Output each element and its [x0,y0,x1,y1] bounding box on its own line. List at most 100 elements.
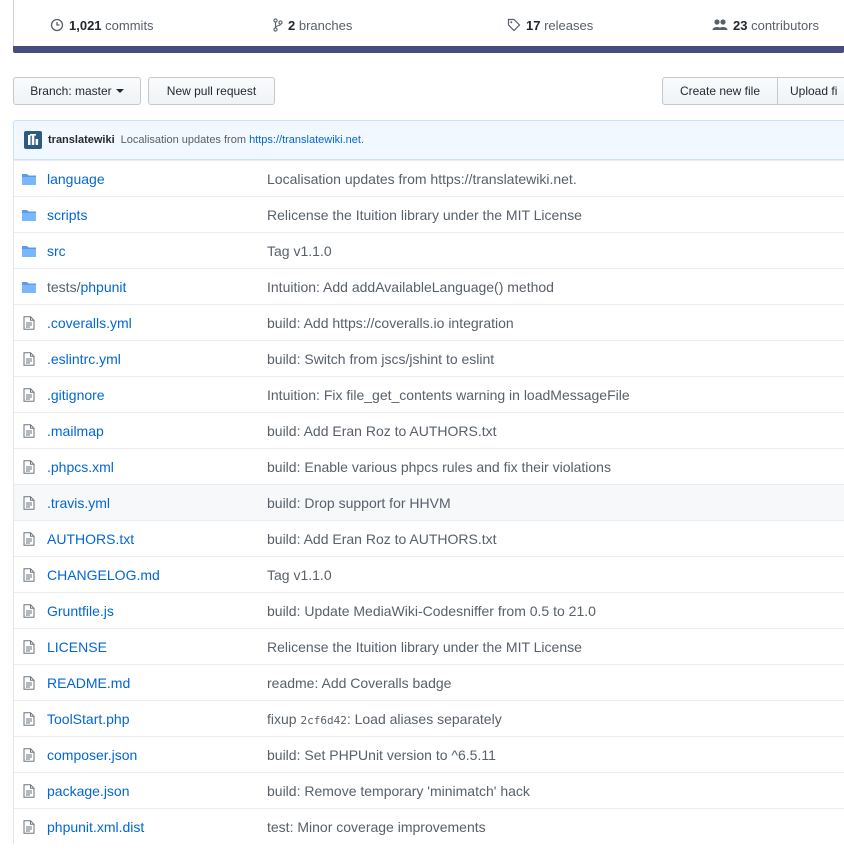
file-name: CHANGELOG.md [47,567,160,583]
file-name-link[interactable]: CHANGELOG.md [47,567,160,583]
file-icon [21,532,37,546]
commit-message-link[interactable]: Relicense the Ituition library under the… [267,207,582,223]
commit-message-text: build: Add Eran Roz to AUTHORS.txt [267,531,497,547]
commit-message-link[interactable]: Intuition: Fix file_get_contents warning… [267,387,630,403]
commit-message-link[interactable]: https://translatewiki.net [249,134,361,146]
file-icon [21,604,37,618]
commit-message-text: build: Remove temporary 'minimatch' hack [267,783,530,799]
folder-icon [21,280,37,294]
commit-message-text[interactable]: Localisation updates from [121,134,246,146]
file-row: AUTHORS.txt build: Add Eran Roz to AUTHOR… [14,520,844,556]
file-row: .mailmap build: Add Eran Roz to AUTHORS.t… [14,412,844,448]
file-name-link[interactable]: .gitignore [47,387,105,403]
file-row: package.json build: Remove temporary 'min… [14,772,844,808]
upload-files-button[interactable]: Upload fi [777,77,844,105]
file-icon [21,784,37,798]
file-name-link[interactable]: AUTHORS.txt [47,531,134,547]
file-name: composer.json [47,747,138,763]
file-icon [21,352,37,366]
contributors-link[interactable]: 23 contributors [712,15,819,35]
commit-message-link[interactable]: build: Set PHPUnit version to ^6.5.11 [267,747,496,763]
commit-message-link[interactable]: Localisation updates from https://transl… [267,171,577,187]
commit-message-link[interactable]: readme: Add Coveralls badge [267,675,451,691]
file-name-link[interactable]: .phpcs.xml [47,459,114,475]
commit-message-link[interactable]: build: Enable various phpcs rules and fi… [267,459,611,475]
file-name: .coveralls.yml [47,315,132,331]
releases-label: releases [544,17,594,33]
commits-link[interactable]: 1,021 commits [50,15,154,35]
folder-icon [21,244,37,258]
folder-icon [21,208,37,222]
commit-message-text: Localisation updates from https://transl… [267,171,577,187]
file-name: README.md [47,675,131,691]
releases-link[interactable]: 17 releases [507,15,593,35]
file-row: .gitignore Intuition: Fix file_get_conten… [14,376,844,412]
commit-message-text: Tag v1.1.0 [267,567,332,583]
create-new-file-button[interactable]: Create new file [662,77,778,105]
git-branch-icon [273,18,283,32]
commit-message-link[interactable]: build: Add Eran Roz to AUTHORS.txt [267,423,497,439]
file-row: Gruntfile.js build: Update MediaWiki-Code… [14,592,844,628]
commit-author[interactable]: translatewiki [48,134,115,146]
avatar[interactable] [24,131,42,149]
file-row: README.md readme: Add Coveralls badge [14,664,844,700]
commit-sha[interactable]: 2cf6d42 [300,714,346,727]
file-row: .phpcs.xml build: Enable various phpcs ru… [14,448,844,484]
file-row: .coveralls.yml build: Add https://coveral… [14,304,844,340]
commit-message-text: Intuition: Add addAvailableLanguage() me… [267,279,554,295]
commit-message-link[interactable]: test: Minor coverage improvements [267,819,486,835]
branches-link[interactable]: 2 branches [273,15,352,35]
commit-message-text: Tag v1.1.0 [267,243,332,259]
file-name-link[interactable]: LICENSE [47,639,107,655]
file-name-link[interactable]: .mailmap [47,423,104,439]
commit-message-link[interactable]: build: Update MediaWiki-Codesniffer from… [267,603,596,619]
commit-message-link[interactable]: build: Add https://coveralls.io integrat… [267,315,514,331]
file-name-link[interactable]: src [47,243,66,259]
directory-row: src Tag v1.1.0 [14,232,844,268]
file-row: .travis.yml build: Drop support for HHVM [14,484,844,520]
commit-message-link[interactable]: build: Switch from jscs/jshint to eslint [267,351,494,367]
branches-label: branches [298,17,353,33]
file-row: .eslintrc.yml build: Switch from jscs/jsh… [14,340,844,376]
file-icon [21,676,37,690]
commit-message-text: build: Drop support for HHVM [267,495,451,511]
file-name-link[interactable]: .coveralls.yml [47,315,132,331]
repo-stats-bar: 1,021 commits 2 branches 17 releases 23 … [0,0,844,53]
file-name-link[interactable]: .eslintrc.yml [47,351,121,367]
file-icon [21,640,37,654]
file-name: phpunit.xml.dist [47,819,145,835]
commit-message-link[interactable]: Relicense the Ituition library under the… [267,639,582,655]
directory-row: scripts Relicense the Ituition library un… [14,196,844,232]
file-name-link[interactable]: language [47,171,105,187]
file-name-link[interactable]: Gruntfile.js [47,603,114,619]
file-name-link[interactable]: phpunit.xml.dist [47,819,144,835]
file-row: phpunit.xml.dist test: Minor coverage imp… [14,808,844,844]
file-name-link[interactable]: README.md [47,675,130,691]
file-icon [21,388,37,402]
commit-message-link[interactable]: build: Drop support for HHVM [267,495,451,511]
branch-select-button[interactable]: Branch: master [13,77,141,105]
file-name: .phpcs.xml [47,459,114,475]
file-name-link[interactable]: scripts [47,207,87,223]
file-name-link[interactable]: package.json [47,783,130,799]
file-row: ToolStart.php fixup 2cf6d42: Load aliases… [14,700,844,736]
commit-message-link[interactable]: build: Add Eran Roz to AUTHORS.txt [267,531,497,547]
file-row: LICENSE Relicense the Ituition library un… [14,628,844,664]
commit-message-link[interactable]: build: Remove temporary 'minimatch' hack [267,783,530,799]
commit-message-text: readme: Add Coveralls badge [267,675,452,691]
file-name: .mailmap [47,423,104,439]
file-name-link[interactable]: ToolStart.php [47,711,130,727]
commit-message-link[interactable]: Intuition: Add addAvailableLanguage() me… [267,279,554,295]
file-name-link[interactable]: tests/phpunit [47,279,126,295]
new-pull-request-button[interactable]: New pull request [148,77,275,105]
file-name-link[interactable]: composer.json [47,747,137,763]
commit-message-link[interactable]: Tag v1.1.0 [267,567,332,583]
path-prefix: tests/ [47,279,81,295]
file-name: .eslintrc.yml [47,351,121,367]
file-name-link[interactable]: .travis.yml [47,495,110,511]
commit-message-link[interactable]: Tag v1.1.0 [267,243,332,259]
commit-message-text: build: Enable various phpcs rules and fi… [267,459,611,475]
file-icon [21,316,37,330]
commit-message-text: Relicense the Ituition library under the… [267,207,582,223]
commit-message-link[interactable]: fixup 2cf6d42: Load aliases separately [267,711,502,727]
